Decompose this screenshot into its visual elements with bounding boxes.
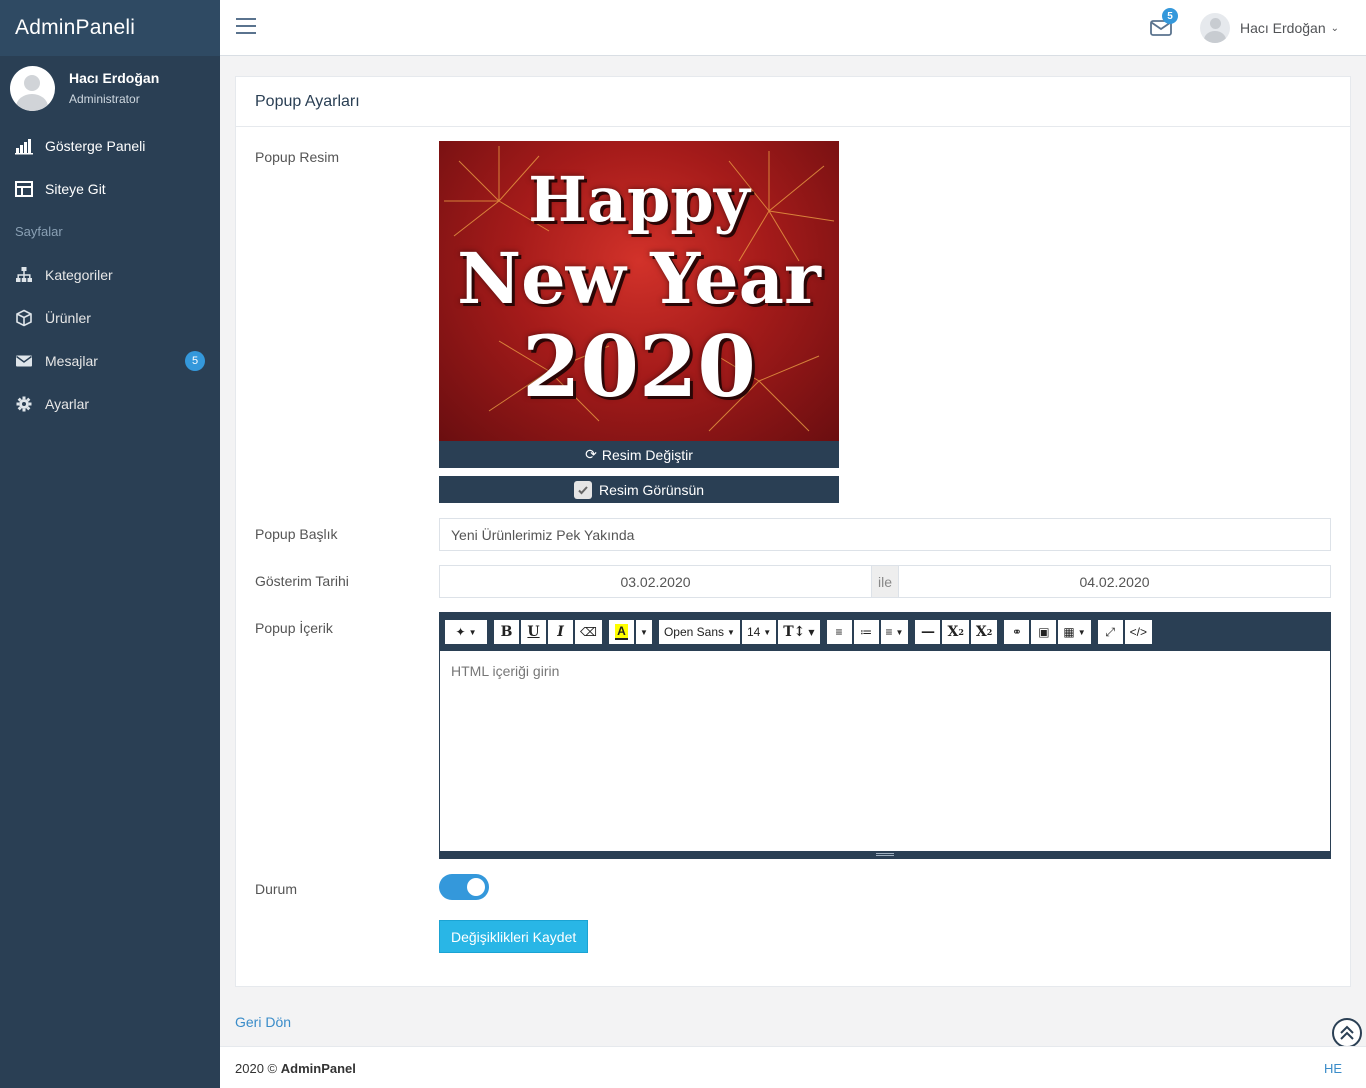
align-left-icon[interactable]: ≡ ▼ — [879, 619, 910, 645]
image-visible-toggle[interactable]: Resim Görünsün — [439, 476, 839, 503]
chevron-down-icon: ⌄ — [1330, 22, 1339, 34]
table-icon[interactable]: ▦ ▼ — [1057, 619, 1092, 645]
footer-year: 2020 © — [235, 1061, 278, 1076]
footer-brand: AdminPanel — [280, 1061, 356, 1076]
settings-panel: Popup Ayarları Popup Resim Happy New Yea… — [235, 76, 1351, 987]
page-title: Popup Ayarları — [236, 77, 1350, 127]
back-link[interactable]: Geri Dön — [235, 1014, 291, 1030]
italic-button[interactable]: I — [547, 619, 574, 645]
sidebar-profile: Hacı Erdoğan Administrator — [0, 56, 220, 120]
horizontal-rule-icon[interactable]: — — [914, 619, 942, 645]
font-family-select[interactable]: Open Sans ▼ — [657, 619, 741, 645]
profile-name: Hacı Erdoğan — [69, 70, 160, 86]
image-text-happy: Happy — [528, 163, 750, 236]
image-text-new-year: New Year — [457, 237, 821, 320]
scroll-to-top-icon[interactable] — [1332, 1018, 1362, 1048]
date-range: 03.02.2020 ile 04.02.2020 — [439, 565, 1331, 598]
html-editor: ✦ ▼ B U I ⌫ A ▼ Open Sans ▼ 14 ▼ T↕ ▼ ≡ ≔ ≡ ▼ — [439, 612, 1331, 859]
user-menu[interactable]: Hacı Erdoğan ⌄ — [1200, 13, 1339, 43]
sitemap-icon — [16, 266, 32, 282]
footer-copyright: 2020 © AdminPanel — [235, 1061, 356, 1076]
color-dropdown-button[interactable]: ▼ — [634, 619, 653, 645]
save-changes-button[interactable]: Değişiklikleri Kaydet — [439, 920, 589, 953]
editor-resize-handle[interactable] — [440, 851, 1330, 859]
editor-content-area[interactable]: HTML içeriği girin — [440, 651, 1330, 851]
status-label: Durum — [255, 881, 298, 897]
profile-role: Administrator — [69, 92, 140, 106]
unordered-list-icon[interactable]: ≡ — [825, 619, 853, 645]
eraser-icon[interactable]: ⌫ — [574, 619, 603, 645]
bold-button[interactable]: B — [493, 619, 520, 645]
image-icon[interactable]: ▣ — [1030, 619, 1058, 645]
sidebar-item-label: Gösterge Paneli — [45, 137, 146, 154]
subscript-icon[interactable]: X2 — [969, 619, 999, 645]
image-text-year: 2020 — [522, 317, 756, 416]
checkbox-checked-icon[interactable] — [573, 480, 592, 499]
end-date-input[interactable]: 04.02.2020 — [898, 565, 1331, 598]
brand-logo[interactable]: AdminPaneli — [0, 0, 220, 56]
refresh-icon: ⟳ — [585, 446, 597, 462]
sidebar: AdminPaneli Hacı Erdoğan Administrator G… — [0, 0, 220, 1088]
layout-icon — [15, 180, 33, 197]
sidebar-item-messages[interactable]: Mesajlar 5 — [0, 339, 220, 382]
change-image-label: Resim Değiştir — [601, 446, 693, 463]
sidebar-item-products[interactable]: Ürünler — [0, 296, 220, 339]
sidebar-item-settings[interactable]: Ayarlar — [0, 382, 220, 425]
messages-badge: 5 — [185, 351, 205, 371]
popup-title-input[interactable]: Yeni Ürünlerimiz Pek Yakında — [439, 518, 1331, 551]
font-size-value: 14 — [746, 625, 761, 639]
highlight-color-icon[interactable]: A — [607, 619, 635, 645]
ordered-list-icon[interactable]: ≔ — [852, 619, 880, 645]
sidebar-menu: Gösterge Paneli Siteye Git Sayfalar Kate… — [0, 124, 220, 425]
sidebar-item-label: Kategoriler — [45, 266, 113, 283]
code-view-icon[interactable]: </> — [1123, 619, 1153, 645]
sidebar-item-label: Mesajlar — [45, 352, 98, 369]
status-toggle[interactable] — [439, 874, 489, 900]
top-navbar: 5 Hacı Erdoğan ⌄ — [220, 0, 1366, 56]
sidebar-item-label: Siteye Git — [45, 180, 106, 197]
date-separator: ile — [872, 565, 898, 598]
date-label: Gösterim Tarihi — [255, 573, 349, 589]
fullscreen-icon[interactable]: ⤢ — [1096, 619, 1124, 645]
link-icon[interactable]: ⚭ — [1003, 619, 1031, 645]
magic-wand-icon[interactable]: ✦ ▼ — [444, 619, 488, 645]
bar-chart-icon — [15, 138, 33, 154]
image-label: Popup Resim — [255, 149, 340, 165]
superscript-icon[interactable]: X2 — [941, 619, 970, 645]
cube-icon — [16, 309, 32, 326]
start-date-input[interactable]: 03.02.2020 — [439, 565, 872, 598]
change-image-button[interactable]: ⟳ Resim Değiştir — [439, 441, 839, 468]
footer: 2020 © AdminPanel HE — [220, 1046, 1366, 1088]
sidebar-item-label: Ayarlar — [45, 395, 90, 412]
gear-icon — [16, 396, 32, 411]
title-label: Popup Başlık — [255, 526, 338, 542]
font-size-select[interactable]: 14 ▼ — [740, 619, 778, 645]
content-label: Popup İçerik — [255, 620, 333, 636]
underline-button[interactable]: U — [520, 619, 547, 645]
mail-count-badge: 5 — [1162, 8, 1178, 24]
sidebar-section-label: Sayfalar — [15, 224, 63, 239]
avatar — [10, 65, 55, 111]
font-family-value: Open Sans — [663, 625, 725, 639]
envelope-icon — [16, 355, 32, 366]
sidebar-item-label: Ürünler — [45, 309, 91, 326]
sidebar-item-categories[interactable]: Kategoriler — [0, 253, 220, 296]
popup-image: Happy New Year 2020 — [439, 141, 839, 441]
sidebar-item-dashboard[interactable]: Gösterge Paneli — [0, 124, 220, 167]
text-height-icon[interactable]: T↕ ▼ — [777, 619, 821, 645]
sidebar-item-site[interactable]: Siteye Git — [0, 167, 220, 210]
image-visible-label: Resim Görünsün — [598, 481, 705, 498]
menu-toggle-icon[interactable] — [236, 18, 256, 36]
editor-toolbar: ✦ ▼ B U I ⌫ A ▼ Open Sans ▼ 14 ▼ T↕ ▼ ≡ ≔ ≡ ▼ — [440, 613, 1330, 651]
user-name: Hacı Erdoğan — [1240, 20, 1326, 36]
avatar — [1200, 13, 1230, 43]
footer-initials[interactable]: HE — [1324, 1061, 1342, 1076]
